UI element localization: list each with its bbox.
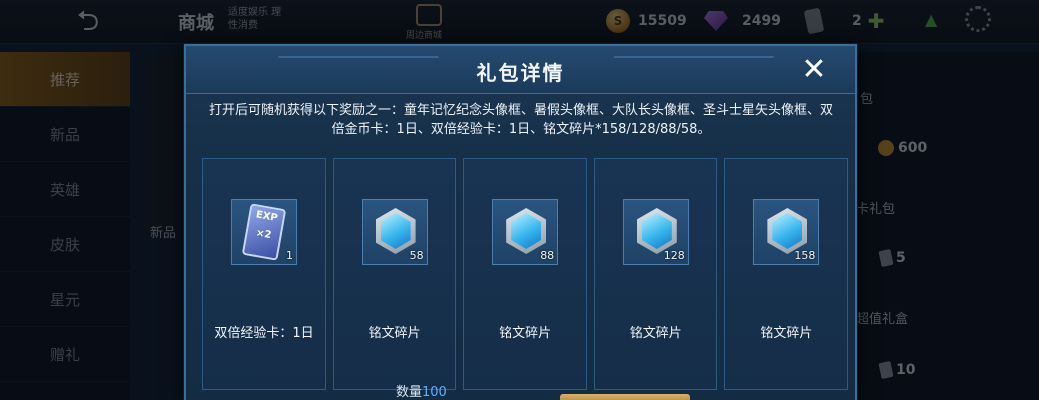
reward-item[interactable]: 128 铭文碎片 [593,158,718,390]
item-quantity: 128 [663,249,685,262]
item-name: 铭文碎片 [368,326,421,341]
item-name: 铭文碎片 [760,326,813,341]
inscription-fragment-icon [767,208,808,254]
inscription-fragment-icon [375,208,416,254]
reward-item[interactable]: 88 铭文碎片 [463,158,587,390]
quantity-display: 数量100 [396,381,447,400]
item-name: 铭文碎片 [499,326,552,341]
quantity-label: 数量 [396,385,423,400]
item-quantity: 158 [794,249,816,262]
dialog-header: 礼包详情 ✕ [186,46,855,94]
exp-card-icon: EXP ×2 [241,203,287,261]
item-icon-frame: 88 [492,199,559,265]
item-name: 铭文碎片 [629,326,682,341]
inscription-fragment-icon [636,208,677,254]
item-icon-frame: 158 [753,199,820,265]
reward-item[interactable]: EXP ×2 1 双倍经验卡：1日 [202,158,326,390]
confirm-button[interactable] [560,394,690,400]
gift-pack-details-dialog: 礼包详情 ✕ 打开后可随机获得以下奖励之一：童年记忆纪念头像框、暑假头像框、大队… [184,44,857,400]
exp-card-top-text: EXP [254,209,279,225]
item-quantity: 88 [540,249,555,262]
item-name: 双倍经验卡：1日 [214,326,314,341]
reward-item-list: EXP ×2 1 双倍经验卡：1日 58 铭文碎片 88 铭文碎片 128 铭文… [202,158,848,390]
reward-description: 打开后可随机获得以下奖励之一：童年记忆纪念头像框、暑假头像框、大队长头像框、圣斗… [208,103,833,137]
item-icon-frame: EXP ×2 1 [231,199,297,265]
reward-item[interactable]: 158 铭文碎片 [724,158,848,390]
exp-card-bottom-text: ×2 [255,227,273,242]
item-icon-frame: 58 [361,199,428,265]
close-icon[interactable]: ✕ [798,54,830,86]
item-icon-frame: 128 [622,199,689,265]
dialog-title: 礼包详情 [476,61,565,85]
reward-item[interactable]: 58 铭文碎片 [332,158,457,390]
inscription-fragment-icon [506,208,547,254]
item-quantity: 58 [409,249,424,262]
quantity-value: 100 [422,385,447,400]
item-quantity: 1 [286,249,293,262]
